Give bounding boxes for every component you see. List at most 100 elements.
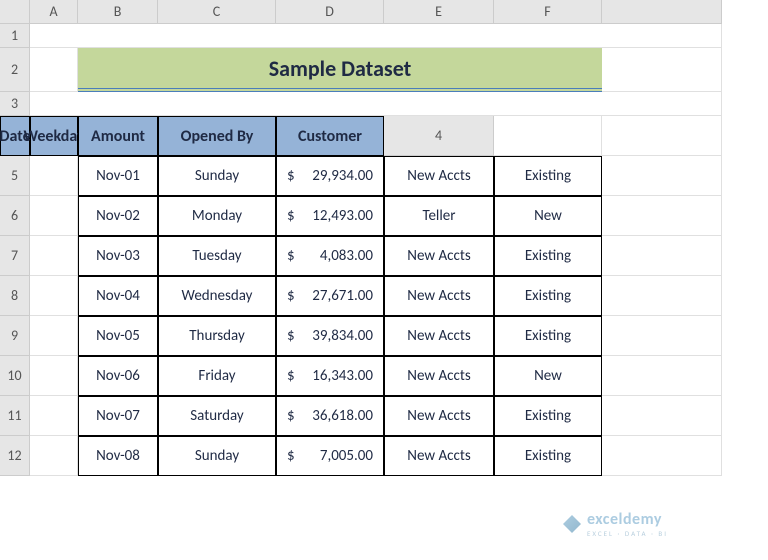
- cell[interactable]: [30, 276, 78, 316]
- cell[interactable]: [30, 196, 78, 236]
- table-cell-date[interactable]: Nov-07: [78, 396, 158, 436]
- table-cell-opened-by[interactable]: New Accts: [384, 236, 494, 276]
- table-cell-customer[interactable]: New: [494, 356, 602, 396]
- amount-value: 29,934.00: [312, 167, 375, 185]
- table-cell-weekday[interactable]: Tuesday: [158, 236, 276, 276]
- amount-value: 4,083.00: [320, 247, 375, 265]
- currency-symbol: $: [285, 167, 295, 185]
- table-cell-opened-by[interactable]: New Accts: [384, 356, 494, 396]
- table-cell-date[interactable]: Nov-06: [78, 356, 158, 396]
- cell[interactable]: [494, 116, 602, 156]
- cell[interactable]: [602, 196, 722, 236]
- row-header-11[interactable]: 11: [0, 396, 30, 436]
- row-header-5[interactable]: 5: [0, 156, 30, 196]
- select-all-corner[interactable]: [0, 0, 30, 24]
- title-banner[interactable]: Sample Dataset: [78, 48, 602, 92]
- cell[interactable]: [602, 156, 722, 196]
- cell[interactable]: [602, 316, 722, 356]
- table-cell-customer[interactable]: Existing: [494, 396, 602, 436]
- table-cell-opened-by[interactable]: New Accts: [384, 156, 494, 196]
- brand-name: exceldemy: [587, 510, 668, 529]
- table-cell-customer[interactable]: Existing: [494, 316, 602, 356]
- row-header-4[interactable]: 4: [384, 116, 494, 156]
- table-cell-customer[interactable]: Existing: [494, 156, 602, 196]
- amount-value: 39,834.00: [312, 327, 375, 345]
- row-header-1[interactable]: 1: [0, 24, 30, 48]
- col-header-F[interactable]: F: [494, 0, 602, 24]
- row-header-6[interactable]: 6: [0, 196, 30, 236]
- cell[interactable]: [602, 276, 722, 316]
- table-cell-amount[interactable]: $36,618.00: [276, 396, 384, 436]
- table-cell-weekday[interactable]: Saturday: [158, 396, 276, 436]
- table-cell-customer[interactable]: Existing: [494, 436, 602, 476]
- table-cell-date[interactable]: Nov-02: [78, 196, 158, 236]
- currency-symbol: $: [285, 447, 295, 465]
- table-header-customer[interactable]: Customer: [276, 116, 384, 156]
- cell[interactable]: [30, 356, 78, 396]
- row-header-7[interactable]: 7: [0, 236, 30, 276]
- cell[interactable]: [30, 436, 78, 476]
- table-cell-opened-by[interactable]: Teller: [384, 196, 494, 236]
- cell[interactable]: [30, 92, 722, 116]
- table-header-opened-by[interactable]: Opened By: [158, 116, 276, 156]
- table-cell-date[interactable]: Nov-04: [78, 276, 158, 316]
- col-header-B[interactable]: B: [78, 0, 158, 24]
- table-header-amount[interactable]: Amount: [78, 116, 158, 156]
- currency-symbol: $: [285, 367, 295, 385]
- table-cell-weekday[interactable]: Friday: [158, 356, 276, 396]
- amount-value: 27,671.00: [312, 287, 375, 305]
- page-title: Sample Dataset: [269, 55, 412, 82]
- amount-value: 36,618.00: [312, 407, 375, 425]
- table-cell-amount[interactable]: $39,834.00: [276, 316, 384, 356]
- row-header-12[interactable]: 12: [0, 436, 30, 476]
- col-header-E[interactable]: E: [384, 0, 494, 24]
- table-header-weekday[interactable]: Weekday: [30, 116, 78, 156]
- table-cell-weekday[interactable]: Sunday: [158, 156, 276, 196]
- cell[interactable]: [602, 396, 722, 436]
- amount-value: 12,493.00: [312, 207, 375, 225]
- currency-symbol: $: [285, 287, 295, 305]
- table-cell-amount[interactable]: $29,934.00: [276, 156, 384, 196]
- col-header-blank[interactable]: [602, 0, 722, 24]
- cell[interactable]: [30, 156, 78, 196]
- cell[interactable]: [602, 116, 722, 156]
- cell[interactable]: [602, 356, 722, 396]
- table-cell-opened-by[interactable]: New Accts: [384, 436, 494, 476]
- cell[interactable]: [30, 236, 78, 276]
- row-header-2[interactable]: 2: [0, 48, 30, 92]
- table-cell-weekday[interactable]: Sunday: [158, 436, 276, 476]
- watermark: exceldemy EXCEL · DATA · BI: [563, 510, 668, 538]
- table-cell-customer[interactable]: Existing: [494, 236, 602, 276]
- cell[interactable]: [30, 24, 722, 48]
- table-cell-opened-by[interactable]: New Accts: [384, 396, 494, 436]
- cell[interactable]: [602, 236, 722, 276]
- cell[interactable]: [602, 48, 722, 92]
- table-cell-weekday[interactable]: Thursday: [158, 316, 276, 356]
- table-cell-date[interactable]: Nov-03: [78, 236, 158, 276]
- cell[interactable]: [30, 396, 78, 436]
- cell[interactable]: [30, 48, 78, 92]
- table-cell-customer[interactable]: Existing: [494, 276, 602, 316]
- row-header-8[interactable]: 8: [0, 276, 30, 316]
- table-cell-date[interactable]: Nov-01: [78, 156, 158, 196]
- table-cell-amount[interactable]: $12,493.00: [276, 196, 384, 236]
- table-cell-opened-by[interactable]: New Accts: [384, 276, 494, 316]
- cell[interactable]: [30, 316, 78, 356]
- table-cell-date[interactable]: Nov-08: [78, 436, 158, 476]
- col-header-A[interactable]: A: [30, 0, 78, 24]
- table-cell-weekday[interactable]: Wednesday: [158, 276, 276, 316]
- table-cell-amount[interactable]: $27,671.00: [276, 276, 384, 316]
- table-cell-date[interactable]: Nov-05: [78, 316, 158, 356]
- table-cell-weekday[interactable]: Monday: [158, 196, 276, 236]
- table-cell-amount[interactable]: $4,083.00: [276, 236, 384, 276]
- row-header-9[interactable]: 9: [0, 316, 30, 356]
- col-header-C[interactable]: C: [158, 0, 276, 24]
- row-header-10[interactable]: 10: [0, 356, 30, 396]
- row-header-3[interactable]: 3: [0, 92, 30, 116]
- table-cell-amount[interactable]: $7,005.00: [276, 436, 384, 476]
- cell[interactable]: [602, 436, 722, 476]
- table-cell-amount[interactable]: $16,343.00: [276, 356, 384, 396]
- table-cell-opened-by[interactable]: New Accts: [384, 316, 494, 356]
- table-cell-customer[interactable]: New: [494, 196, 602, 236]
- col-header-D[interactable]: D: [276, 0, 384, 24]
